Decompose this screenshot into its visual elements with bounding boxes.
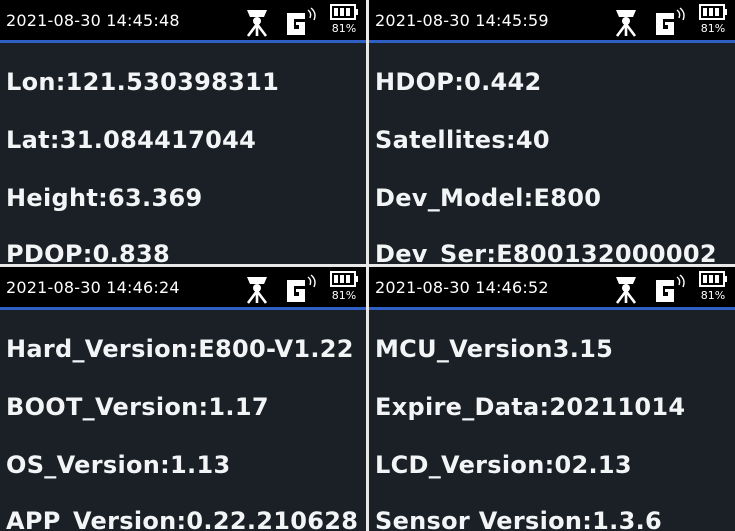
gsm-signal-icon (656, 7, 685, 35)
status-bar: 2021-08-30 14:45:59 81% (369, 0, 735, 43)
screen-panel-3: 2021-08-30 14:46:24 81% Hard_Version:E80… (0, 267, 366, 531)
info-line: Lon:121.530398311 (6, 68, 280, 96)
status-icons: 81% (244, 270, 362, 304)
info-line: Dev_Model:E800 (375, 184, 602, 212)
status-icons: 81% (613, 270, 731, 304)
info-line: APP_Version:0.22.210628 (6, 507, 359, 531)
battery-percent: 81% (700, 22, 726, 35)
info-line: MCU_Version3.15 (375, 335, 614, 363)
status-icons: 81% (613, 3, 731, 37)
battery-percent: 81% (700, 289, 726, 302)
info-line: LCD_Version:02.13 (375, 451, 632, 479)
info-line: Sensor Version:1.3.6 (375, 507, 663, 531)
info-line: BOOT_Version:1.17 (6, 393, 269, 421)
screen-panel-1: 2021-08-30 14:45:48 81% Lon:121.53039831… (0, 0, 366, 264)
info-line: Lat:31.084417044 (6, 126, 257, 154)
info-line: Satellites:40 (375, 126, 550, 154)
status-bar: 2021-08-30 14:46:24 81% (0, 267, 366, 310)
gsm-signal-icon (287, 7, 316, 35)
screen-panel-4: 2021-08-30 14:46:52 81% MCU_Version3.15 … (369, 267, 735, 531)
info-line: HDOP:0.442 (375, 68, 542, 96)
status-bar: 2021-08-30 14:46:52 81% (369, 267, 735, 310)
status-icons: 81% (244, 3, 362, 37)
info-line: Dev_Ser:E800132000002 (375, 240, 717, 264)
info-line: PDOP:0.838 (6, 240, 171, 264)
rtk-antenna-icon (615, 277, 637, 304)
status-bar: 2021-08-30 14:45:48 81% (0, 0, 366, 43)
gsm-signal-icon (287, 274, 316, 302)
info-line: Expire_Data:20211014 (375, 393, 686, 421)
rtk-antenna-icon (246, 277, 268, 304)
info-line: Height:63.369 (6, 184, 203, 212)
battery-percent: 81% (331, 289, 357, 302)
battery-percent: 81% (331, 22, 357, 35)
info-line: Hard_Version:E800-V1.22 (6, 335, 354, 363)
timestamp: 2021-08-30 14:45:48 (6, 11, 180, 30)
timestamp: 2021-08-30 14:46:24 (6, 278, 180, 297)
timestamp: 2021-08-30 14:45:59 (375, 11, 549, 30)
timestamp: 2021-08-30 14:46:52 (375, 278, 549, 297)
rtk-antenna-icon (615, 10, 637, 37)
info-line: OS_Version:1.13 (6, 451, 231, 479)
rtk-antenna-icon (246, 10, 268, 37)
gsm-signal-icon (656, 274, 685, 302)
screen-panel-2: 2021-08-30 14:45:59 81% HDOP:0.442 Satel… (369, 0, 735, 264)
device-screens-grid: 2021-08-30 14:45:48 81% Lon:121.53039831… (0, 0, 735, 531)
